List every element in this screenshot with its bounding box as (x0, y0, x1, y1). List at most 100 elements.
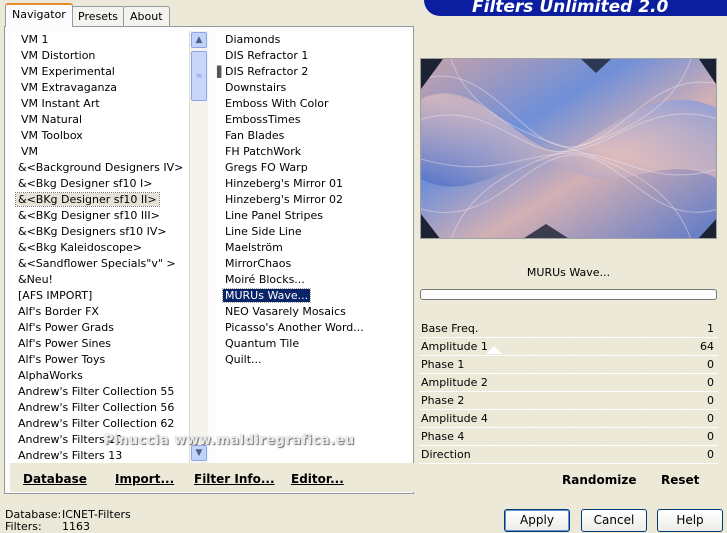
parameter-name: Base Freq. (421, 322, 479, 335)
category-item[interactable]: &<Background Designers IV> (16, 160, 185, 176)
preview-image (420, 58, 717, 239)
filter-item[interactable]: Line Panel Stripes (223, 208, 325, 224)
slider-tick (569, 462, 570, 464)
filter-item[interactable]: Moiré Blocks... (223, 272, 307, 288)
filter-item[interactable]: MirrorChaos (223, 256, 293, 272)
cancel-button[interactable]: Cancel (581, 509, 647, 532)
filter-item[interactable]: DIS Refractor 2 (223, 64, 310, 80)
parameter-row[interactable]: Phase 4 0 (419, 428, 718, 446)
filter-item[interactable]: Picasso's Another Word... (223, 320, 366, 336)
parameter-row[interactable]: Amplitude 2 0 (419, 374, 718, 392)
apply-button[interactable]: Apply (504, 509, 570, 532)
category-item[interactable]: [AFS IMPORT] (16, 288, 94, 304)
filter-item[interactable]: EmbossTimes (223, 112, 303, 128)
parameter-value: 0 (707, 394, 714, 407)
list-toolbar: Database Import... Filter Info... Editor… (10, 463, 414, 492)
category-item[interactable]: Andrew's Filters 13 (16, 448, 124, 463)
filter-item[interactable]: Diamonds (223, 32, 282, 48)
category-item[interactable]: Alf's Power Toys (16, 352, 107, 368)
parameter-name: Amplitude 2 (421, 376, 488, 389)
slider-pointer-icon[interactable] (486, 346, 502, 354)
category-item[interactable]: VM 1 (19, 32, 51, 48)
category-item[interactable]: AlphaWorks (16, 368, 85, 384)
category-item[interactable]: &<BKg Designer sf10 III> (16, 208, 162, 224)
category-item[interactable]: &<BKg Designers sf10 IV> (16, 224, 169, 240)
parameter-row[interactable]: Base Freq. 1 (419, 320, 718, 338)
parameter-name: Phase 4 (421, 430, 465, 443)
filter-item[interactable]: Hinzeberg's Mirror 02 (223, 192, 345, 208)
parameter-row[interactable]: Direction 0 (419, 446, 718, 464)
category-scrollbar[interactable]: ▲ ≡ ▼ (189, 31, 208, 463)
help-button[interactable]: Help (657, 509, 723, 532)
filter-item[interactable]: Fan Blades (223, 128, 286, 144)
parameter-value: 0 (707, 430, 714, 443)
category-item[interactable]: VM Toolbox (19, 128, 85, 144)
slider-tick (681, 462, 682, 464)
filter-item[interactable]: Hinzeberg's Mirror 01 (223, 176, 345, 192)
category-item[interactable]: VM Natural (19, 112, 84, 128)
filter-item[interactable]: Quantum Tile (223, 336, 301, 352)
category-item[interactable]: Andrew's Filter Collection 55 (16, 384, 176, 400)
filter-item[interactable]: DIS Refractor 1 (223, 48, 310, 64)
parameter-name: Amplitude 4 (421, 412, 488, 425)
category-item[interactable]: Andrew's Filter Collection 56 (16, 400, 176, 416)
preview-caption: MURUs Wave... (526, 266, 611, 279)
randomize-button[interactable]: Randomize (562, 473, 636, 487)
database-button[interactable]: Database (23, 472, 87, 486)
parameter-value: 0 (707, 412, 714, 425)
parameter-row[interactable]: Phase 1 0 (419, 356, 718, 374)
tab-navigator[interactable]: Navigator (5, 3, 73, 27)
slider-tick (606, 462, 607, 464)
category-item[interactable]: Alf's Border FX (16, 304, 101, 320)
category-item[interactable]: VM Distortion (19, 48, 97, 64)
filter-item[interactable]: Maelström (223, 240, 285, 256)
category-item[interactable]: Alf's Power Grads (16, 320, 116, 336)
filter-item[interactable]: FH PatchWork (223, 144, 303, 160)
parameter-name: Direction (421, 448, 471, 461)
app-title: Filters Unlimited 2.0 (472, 0, 669, 16)
category-item[interactable]: &Neu! (16, 272, 55, 288)
filter-item[interactable]: NEO Vasarely Mosaics (223, 304, 348, 320)
import-button[interactable]: Import... (115, 472, 174, 486)
parameter-name: Phase 1 (421, 358, 465, 371)
filter-item[interactable]: Emboss With Color (223, 96, 331, 112)
category-item[interactable]: &<Sandflower Specials"v" > (16, 256, 178, 272)
category-item[interactable]: Alf's Power Sines (16, 336, 113, 352)
filter-item[interactable]: MURUs Wave... (221, 288, 312, 304)
category-item[interactable]: VM Instant Art (19, 96, 102, 112)
parameter-row[interactable]: Amplitude 1 64 (419, 338, 718, 356)
slider-tick (456, 462, 457, 464)
tab-about[interactable]: About (123, 6, 170, 27)
category-item[interactable]: &<Bkg Kaleidoscope> (16, 240, 144, 256)
filter-item[interactable]: Line Side Line (223, 224, 304, 240)
parameter-value: 64 (700, 340, 714, 353)
filter-item[interactable]: Quilt... (223, 352, 264, 368)
filter-item[interactable]: Downstairs (223, 80, 288, 96)
category-item[interactable]: VM Extravaganza (19, 80, 119, 96)
scroll-up-arrow-icon[interactable]: ▲ (191, 32, 207, 48)
parameter-name: Amplitude 1 (421, 340, 488, 353)
category-item[interactable]: Andrew's Filter Collection 62 (16, 416, 176, 432)
slider-tick (531, 462, 532, 464)
reset-button[interactable]: Reset (661, 473, 699, 487)
category-item[interactable]: &<Bkg Designer sf10 I> (16, 176, 155, 192)
scroll-thumb[interactable]: ≡ (191, 51, 207, 101)
progress-bar (420, 289, 717, 300)
category-item[interactable]: VM (19, 144, 40, 160)
slider-tick (643, 462, 644, 464)
category-item[interactable]: &<BKg Designer sf10 II> (15, 192, 160, 208)
parameter-value: 0 (707, 358, 714, 371)
filter-info-button[interactable]: Filter Info... (194, 472, 275, 486)
parameter-name: Phase 2 (421, 394, 465, 407)
filter-item[interactable]: Gregs FO Warp (223, 160, 310, 176)
parameter-row[interactable]: Amplitude 4 0 (419, 410, 718, 428)
filter-list[interactable]: Diamonds DIS Refractor 1 DIS Refractor 2 Do… (216, 31, 412, 463)
tab-presets[interactable]: Presets (71, 6, 126, 27)
category-list[interactable]: VM 1 VM Distortion VM Experimental VM Extra… (11, 31, 189, 463)
grip-icon: ▪ ▪ ▪ (216, 63, 223, 81)
slider-tick (494, 462, 495, 464)
category-item[interactable]: VM Experimental (19, 64, 117, 80)
app-title-banner: Filters Unlimited 2.0 (424, 0, 727, 16)
editor-button[interactable]: Editor... (291, 472, 344, 486)
parameter-row[interactable]: Phase 2 0 (419, 392, 718, 410)
